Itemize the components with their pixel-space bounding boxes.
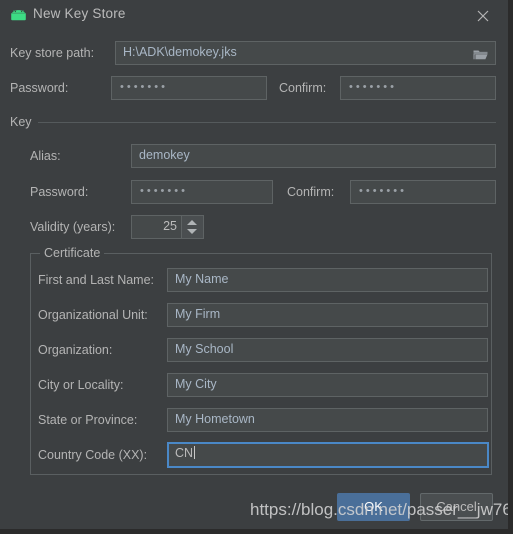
key-confirm-value: •••••••	[359, 185, 407, 197]
keystore-path-value: H:\ADK\demokey.jks	[123, 45, 237, 59]
certificate-group-label: Certificate	[40, 246, 105, 260]
cert-first-last-name-label: First and Last Name:	[38, 273, 155, 287]
keystore-confirm-label: Confirm:	[279, 81, 327, 95]
ok-button[interactable]: OK	[337, 493, 410, 521]
key-validity-stepper[interactable]: 25	[131, 215, 204, 239]
keystore-confirm-value: •••••••	[349, 81, 397, 93]
cert-city-locality-label: City or Locality:	[38, 378, 124, 392]
keystore-password-value: •••••••	[120, 81, 168, 93]
window-bottom-edge	[0, 529, 513, 534]
key-alias-input[interactable]: demokey	[131, 144, 496, 168]
cert-organization-label: Organization:	[38, 343, 113, 357]
cert-organization-value: My School	[175, 342, 234, 356]
cert-organization-input[interactable]: My School	[167, 338, 488, 362]
keystore-password-input[interactable]: •••••••	[111, 76, 267, 100]
key-password-value: •••••••	[140, 185, 188, 197]
keystore-confirm-input[interactable]: •••••••	[340, 76, 496, 100]
key-confirm-input[interactable]: •••••••	[350, 180, 496, 204]
cert-first-last-name-input[interactable]: My Name	[167, 268, 488, 292]
cancel-button[interactable]: Cancel	[420, 493, 493, 521]
title-bar: New Key Store	[0, 0, 508, 30]
cert-state-province-input[interactable]: My Hometown	[167, 408, 488, 432]
window-right-edge	[508, 0, 513, 534]
cert-first-last-name-value: My Name	[175, 272, 229, 286]
cert-city-locality-value: My City	[175, 377, 217, 391]
folder-icon[interactable]	[473, 48, 488, 60]
close-icon[interactable]	[474, 7, 492, 25]
keystore-password-label: Password:	[10, 81, 69, 95]
keystore-path-label: Key store path:	[10, 46, 95, 60]
cert-organizational-unit-input[interactable]: My Firm	[167, 303, 488, 327]
cert-city-locality-input[interactable]: My City	[167, 373, 488, 397]
key-validity-value: 25	[163, 219, 177, 233]
key-group-separator	[10, 122, 496, 123]
android-robot-icon	[10, 9, 27, 21]
cert-country-code-label: Country Code (XX):	[38, 448, 148, 462]
cert-state-province-label: State or Province:	[38, 413, 138, 427]
text-caret	[194, 446, 196, 459]
key-alias-label: Alias:	[30, 149, 61, 163]
cert-state-province-value: My Hometown	[175, 412, 255, 426]
window-title: New Key Store	[33, 6, 126, 21]
key-confirm-label: Confirm:	[287, 185, 335, 199]
key-alias-value: demokey	[139, 148, 190, 162]
key-password-input[interactable]: •••••••	[131, 180, 273, 204]
keystore-path-input[interactable]: H:\ADK\demokey.jks	[115, 41, 496, 65]
key-password-label: Password:	[30, 185, 89, 199]
new-key-store-dialog: New Key Store Key store path: H:\ADK\dem…	[0, 0, 508, 529]
cert-organizational-unit-label: Organizational Unit:	[38, 308, 148, 322]
cert-country-code-input[interactable]: CN	[167, 442, 489, 468]
key-validity-label: Validity (years):	[30, 220, 116, 234]
chevron-down-icon[interactable]	[187, 229, 197, 234]
cert-organizational-unit-value: My Firm	[175, 307, 221, 321]
key-group-label: Key	[10, 115, 38, 129]
cert-country-code-value: CN	[175, 446, 196, 460]
stepper-buttons[interactable]	[181, 216, 203, 238]
chevron-up-icon[interactable]	[187, 220, 197, 225]
